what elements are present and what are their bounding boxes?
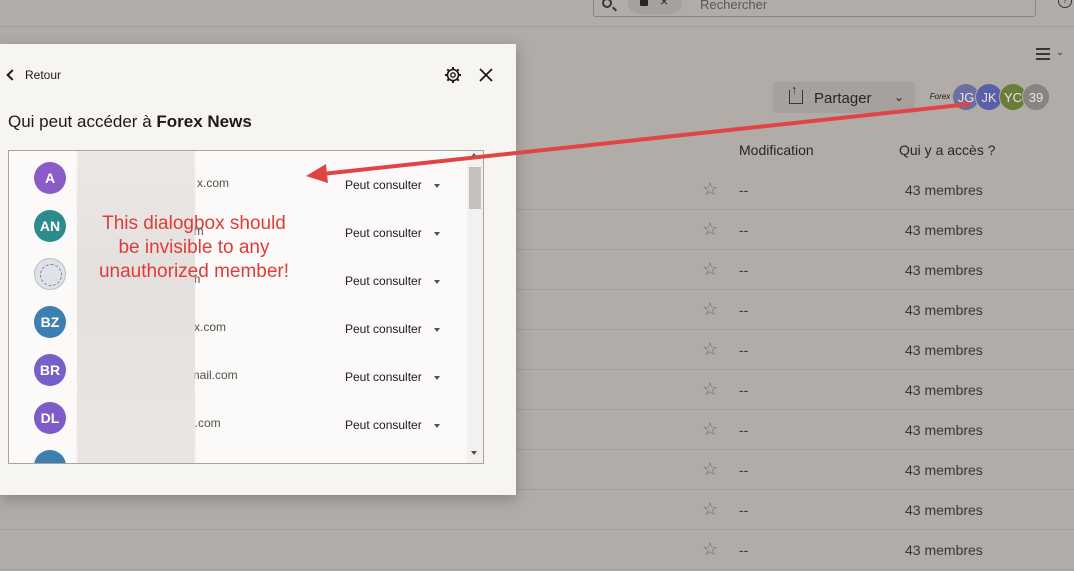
column-header-access[interactable]: Qui y a accès ? bbox=[899, 142, 996, 158]
avatar: DL bbox=[34, 402, 66, 434]
folder-icon bbox=[640, 0, 648, 6]
avatar: AN bbox=[34, 210, 66, 242]
member-email: l.com bbox=[192, 416, 221, 430]
gear-icon[interactable] bbox=[444, 66, 462, 84]
chevron-down-icon[interactable]: ⌄ bbox=[894, 90, 904, 104]
avatar: BZ bbox=[34, 306, 66, 338]
dialog-title: Qui peut accéder à Forex News bbox=[8, 112, 252, 132]
caret-down-icon[interactable] bbox=[434, 328, 440, 332]
star-icon[interactable]: ☆ bbox=[702, 499, 718, 520]
search-placeholder: Rechercher bbox=[700, 0, 768, 12]
share-button-label: Partager bbox=[814, 90, 872, 107]
star-icon[interactable]: ☆ bbox=[702, 539, 718, 560]
annotation-text: This dialogbox should be invisible to an… bbox=[98, 213, 290, 282]
avatar bbox=[34, 258, 66, 290]
redaction-blur bbox=[77, 151, 195, 463]
caret-down-icon[interactable] bbox=[434, 184, 440, 188]
modified-cell: -- bbox=[739, 342, 749, 358]
chevron-left-icon bbox=[6, 69, 18, 81]
access-cell: 43 membres bbox=[905, 222, 983, 238]
modified-cell: -- bbox=[739, 502, 749, 518]
star-icon[interactable]: ☆ bbox=[702, 219, 718, 240]
scrollbar[interactable] bbox=[467, 151, 483, 463]
modified-cell: -- bbox=[739, 302, 749, 318]
modified-cell: -- bbox=[739, 222, 749, 238]
star-icon[interactable]: ☆ bbox=[702, 339, 718, 360]
dialog-title-folder: Forex News bbox=[156, 112, 252, 131]
scroll-up-icon[interactable] bbox=[471, 153, 477, 157]
member-email: x.com bbox=[194, 320, 227, 334]
permission-dropdown[interactable]: Peut consulter bbox=[345, 274, 422, 288]
permission-dropdown[interactable]: Peut consulter bbox=[345, 418, 422, 432]
table-row[interactable]: ☆ -- 43 membres bbox=[0, 530, 1074, 570]
permission-dropdown[interactable]: Peut consulter bbox=[345, 226, 422, 240]
caret-down-icon[interactable] bbox=[434, 232, 440, 236]
star-icon[interactable]: ☆ bbox=[702, 419, 718, 440]
close-icon[interactable] bbox=[477, 66, 495, 84]
star-icon[interactable]: ☆ bbox=[702, 179, 718, 200]
permission-dropdown[interactable]: Peut consulter bbox=[345, 370, 422, 384]
avatar: BR bbox=[34, 354, 66, 386]
caret-down-icon[interactable] bbox=[434, 280, 440, 284]
modified-cell: -- bbox=[739, 422, 749, 438]
avatar-logo: Forex bbox=[926, 83, 954, 111]
access-cell: 43 membres bbox=[905, 302, 983, 318]
access-cell: 43 membres bbox=[905, 182, 983, 198]
access-cell: 43 membres bbox=[905, 502, 983, 518]
permission-dropdown[interactable]: Peut consulter bbox=[345, 178, 422, 192]
share-button[interactable]: Partager ⌄ bbox=[773, 82, 915, 113]
share-upload-icon bbox=[789, 82, 803, 104]
view-options-chevron-icon[interactable]: ⌄ bbox=[1056, 47, 1064, 58]
list-view-icon[interactable] bbox=[1036, 48, 1050, 60]
modified-cell: -- bbox=[739, 462, 749, 478]
modified-cell: -- bbox=[739, 262, 749, 278]
member-email: x.com bbox=[197, 176, 230, 190]
search-icon bbox=[602, 0, 612, 8]
scrollbar-thumb[interactable] bbox=[469, 167, 481, 209]
search-filter-chip[interactable]: × bbox=[628, 0, 682, 14]
avatar-count[interactable]: 39 bbox=[1022, 83, 1050, 111]
modified-cell: -- bbox=[739, 182, 749, 198]
star-icon[interactable]: ☆ bbox=[702, 259, 718, 280]
back-button[interactable]: Retour bbox=[5, 68, 61, 82]
access-cell: 43 membres bbox=[905, 462, 983, 478]
star-icon[interactable]: ☆ bbox=[702, 459, 718, 480]
dialog-title-prefix: Qui peut accéder à bbox=[8, 112, 157, 131]
member-list[interactable]: Ax.comPeut consulterANcomPeut consulteri… bbox=[8, 150, 484, 464]
star-icon[interactable]: ☆ bbox=[702, 379, 718, 400]
help-icon[interactable]: ? bbox=[1058, 0, 1072, 8]
caret-down-icon[interactable] bbox=[434, 376, 440, 380]
access-cell: 43 membres bbox=[905, 382, 983, 398]
avatar: A bbox=[34, 162, 66, 194]
back-label: Retour bbox=[25, 68, 62, 82]
modified-cell: -- bbox=[739, 542, 749, 558]
table-row[interactable]: ☆ -- 43 membres bbox=[0, 490, 1074, 530]
avatar bbox=[34, 450, 66, 463]
clear-filter-icon[interactable]: × bbox=[660, 0, 668, 9]
star-icon[interactable]: ☆ bbox=[702, 299, 718, 320]
search-box[interactable]: × Rechercher bbox=[593, 0, 1036, 17]
column-header-modification[interactable]: Modification bbox=[739, 142, 814, 158]
access-cell: 43 membres bbox=[905, 542, 983, 558]
access-cell: 43 membres bbox=[905, 422, 983, 438]
access-cell: 43 membres bbox=[905, 262, 983, 278]
caret-down-icon[interactable] bbox=[434, 424, 440, 428]
modified-cell: -- bbox=[739, 382, 749, 398]
permission-dropdown[interactable]: Peut consulter bbox=[345, 322, 422, 336]
access-cell: 43 membres bbox=[905, 342, 983, 358]
scroll-down-icon[interactable] bbox=[471, 451, 477, 455]
top-bar: × Rechercher ? bbox=[0, 0, 1074, 27]
